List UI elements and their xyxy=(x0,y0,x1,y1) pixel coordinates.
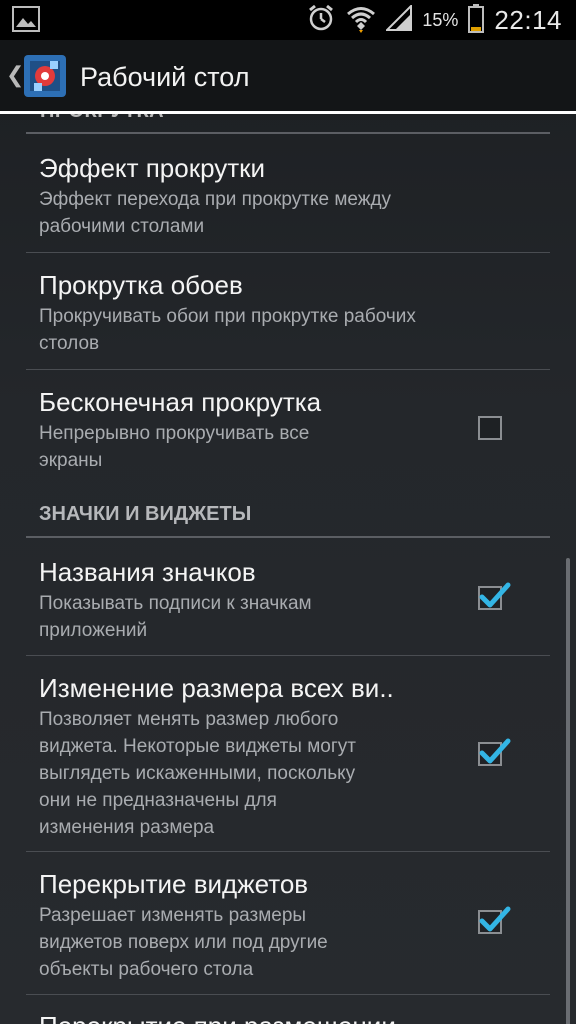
battery-icon xyxy=(468,3,485,38)
checkmark-icon xyxy=(479,738,511,764)
wifi-icon xyxy=(346,3,376,38)
clock: 22:14 xyxy=(494,4,562,35)
divider xyxy=(26,536,550,538)
image-notification-icon xyxy=(12,6,40,37)
pref-title: Прокрутка обоев xyxy=(39,270,243,300)
divider xyxy=(26,655,550,656)
pref-title: Бесконечная прокрутка xyxy=(39,387,322,417)
signal-icon xyxy=(384,3,413,36)
scrollbar[interactable] xyxy=(566,558,570,1024)
alarm-icon xyxy=(306,3,336,38)
icon-labels-checkbox[interactable] xyxy=(478,582,511,610)
pref-title: Перекрытие при размещении xyxy=(39,1010,479,1024)
widget-overlap-checkbox[interactable] xyxy=(478,906,511,934)
launcher-settings-icon[interactable] xyxy=(22,53,68,99)
pref-summary: Показывать подписи к значкам приложений xyxy=(39,593,312,641)
divider xyxy=(26,369,550,370)
pref-scroll-effect[interactable]: Эффект прокрутки Эффект перехода при про… xyxy=(39,152,479,240)
divider xyxy=(26,132,550,134)
page-title: Рабочий стол xyxy=(80,62,250,92)
battery-percent: 15% xyxy=(422,9,459,30)
divider xyxy=(26,252,550,253)
resize-widgets-checkbox[interactable] xyxy=(478,738,511,766)
pref-wallpaper-scroll[interactable]: Прокрутка обоев Прокручивать обои при пр… xyxy=(39,269,479,357)
pref-title: Эффект прокрутки xyxy=(39,153,266,183)
checkmark-icon xyxy=(479,582,511,608)
action-bar: ❮ Рабочий стол xyxy=(0,40,576,114)
category-header-icons-widgets: ЗНАЧКИ И ВИДЖЕТЫ xyxy=(39,503,252,525)
checkmark-icon xyxy=(479,906,511,932)
pref-summary: Непрерывно прокручивать все экраны xyxy=(39,423,310,471)
infinite-scroll-checkbox[interactable] xyxy=(478,416,502,440)
pref-title: Названия значков xyxy=(39,557,256,587)
pref-summary: Прокручивать обои при прокрутке рабочих … xyxy=(39,306,416,354)
pref-summary: Эффект перехода при прокрутке между рабо… xyxy=(39,189,392,237)
pref-title: Перекрытие виджетов xyxy=(39,869,309,899)
divider xyxy=(26,994,550,995)
status-bar: 15% 22:14 xyxy=(0,0,576,40)
pref-title: Изменение размера всех ви.. xyxy=(39,673,394,703)
pref-widget-overlap[interactable]: Перекрытие виджетов Разрешает изменять р… xyxy=(39,868,479,983)
pref-summary: Разрешает изменять размеры виджетов пове… xyxy=(39,905,328,980)
pref-resize-all-widgets[interactable]: Изменение размера всех ви.. Позволяет ме… xyxy=(39,672,479,841)
divider xyxy=(26,851,550,852)
category-header-scrolling: ПРОКРУТКА xyxy=(40,114,164,123)
preferences-list: ПРОКРУТКА Эффект прокрутки Эффект перехо… xyxy=(0,114,576,1024)
pref-infinite-scroll[interactable]: Бесконечная прокрутка Непрерывно прокруч… xyxy=(39,386,479,474)
pref-icon-labels[interactable]: Названия значков Показывать подписи к зн… xyxy=(39,556,479,644)
screen: 15% 22:14 ❮ Рабочий стол Эффект прокрутк… xyxy=(0,0,576,1024)
pref-summary: Позволяет менять размер любого виджета. … xyxy=(39,709,356,838)
pref-overlap-placement[interactable]: Перекрытие при размещении xyxy=(39,1010,479,1024)
